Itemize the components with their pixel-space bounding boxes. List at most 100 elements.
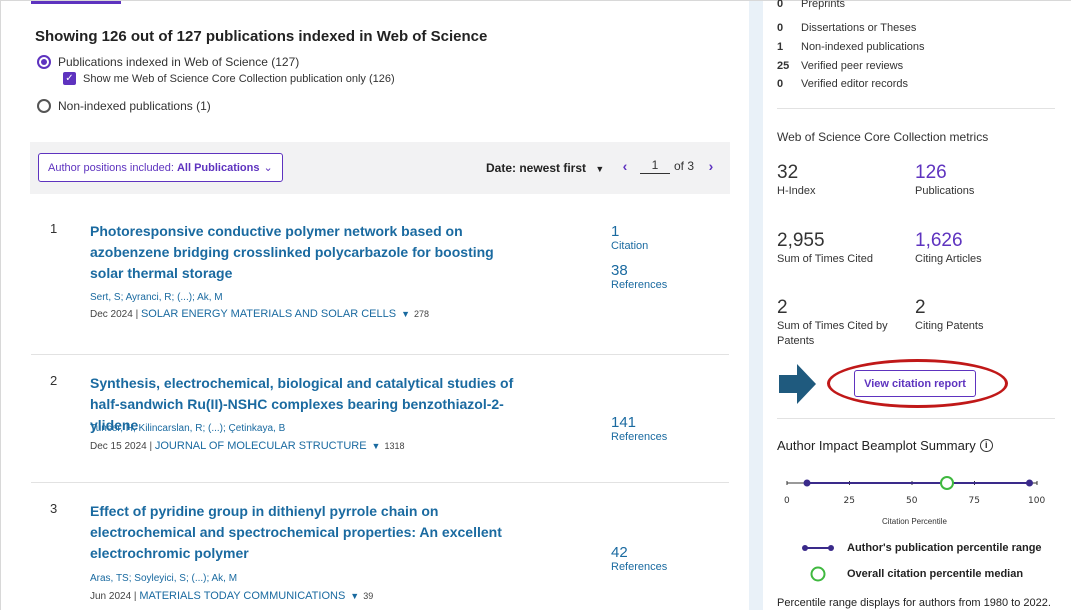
caret-down-icon[interactable]: ▼	[401, 309, 410, 319]
citations-count: 1	[611, 223, 620, 240]
range-legend-icon	[802, 545, 834, 551]
legend-range: Author's publication percentile range	[801, 542, 1042, 554]
doc-type-count: 0	[777, 22, 784, 34]
record-meta: Dec 2024 | SOLAR ENERGY MATERIALS AND SO…	[90, 308, 429, 320]
metric-times-cited-patents: 2 Sum of Times Cited by Patents	[777, 297, 902, 349]
beamplot-axis-label: Citation Percentile	[882, 517, 947, 526]
doc-type-row[interactable]: 0 Preprints	[777, 0, 845, 10]
results-panel: Showing 126 out of 127 publications inde…	[1, 1, 749, 610]
doc-type-row[interactable]: 25 Verified peer reviews	[777, 60, 903, 72]
next-page-icon[interactable]: ›	[704, 158, 718, 174]
caret-down-icon[interactable]: ▼	[372, 441, 381, 451]
record-journal-badge: 39	[363, 591, 374, 601]
results-count-heading: Showing 126 out of 127 publications inde…	[35, 28, 488, 45]
annotation-arrow-icon	[779, 364, 816, 404]
record-title-link[interactable]: Photoresponsive conductive polymer netwo…	[90, 221, 530, 284]
record-date: Jun 2024 |	[90, 591, 140, 602]
doc-type-row[interactable]: 1 Non-indexed publications	[777, 41, 925, 53]
beamplot-range-min-dot	[803, 479, 811, 487]
record-divider	[31, 354, 729, 355]
record-authors[interactable]: Aras, TS; Soyleyici, S; (...); Ak, M	[90, 573, 237, 584]
metric-times-cited: 2,955 Sum of Times Cited	[777, 230, 873, 267]
metrics-panel: 0 Preprints 0 Dissertations or Theses 1 …	[763, 0, 1071, 610]
beamplot-tick-label: 100	[1028, 496, 1046, 506]
pagination: ‹ 1 of 3 ›	[618, 158, 718, 174]
record-divider	[31, 482, 729, 483]
metric-publications[interactable]: 126 Publications	[915, 162, 974, 199]
record-citations[interactable]: 1 Citation	[611, 224, 648, 253]
doc-type-row[interactable]: 0 Verified editor records	[777, 78, 908, 90]
beamplot-tick-label: 75	[968, 496, 980, 506]
doc-type-count: 1	[777, 41, 784, 53]
metric-label: Citing Articles	[915, 253, 982, 265]
record-number: 3	[50, 501, 58, 516]
metric-label: H-Index	[777, 185, 816, 197]
doc-type-label: Preprints	[801, 0, 846, 10]
doc-type-count: 25	[777, 60, 790, 72]
radio-selected-icon	[37, 55, 51, 69]
metric-citing-patents: 2 Citing Patents	[915, 297, 983, 334]
beamplot-tick-label: 25	[843, 496, 855, 506]
references-count: 42	[611, 544, 628, 561]
metric-value: 126	[915, 162, 947, 183]
record-date: Dec 2024 |	[90, 309, 141, 320]
record-meta: Jun 2024 | MATERIALS TODAY COMMUNICATION…	[90, 590, 373, 602]
record-journal-link[interactable]: JOURNAL OF MOLECULAR STRUCTURE	[155, 440, 367, 452]
citations-label: Citation	[611, 240, 649, 252]
legend-median-label: Overall citation percentile median	[847, 568, 1024, 580]
metric-value: 1,626	[915, 230, 963, 251]
references-label: References	[611, 431, 668, 443]
caret-down-icon[interactable]: ▼	[350, 591, 359, 601]
beamplot-median-marker	[940, 476, 954, 490]
record-title-link[interactable]: Effect of pyridine group in dithienyl py…	[90, 501, 535, 564]
core-only-checkbox[interactable]: ✓ Show me Web of Science Core Collection…	[63, 72, 395, 85]
metric-value: 2	[915, 297, 926, 318]
page-number-input[interactable]: 1	[640, 158, 670, 174]
filter-nonindexed-label: Non-indexed publications (1)	[58, 99, 211, 113]
doc-type-count: 0	[777, 0, 784, 10]
record-references[interactable]: 42 References	[611, 545, 667, 574]
metrics-heading: Web of Science Core Collection metrics	[777, 130, 989, 144]
beamplot-range-max-dot	[1026, 479, 1033, 487]
beamplot-title: Author Impact Beamplot Summary	[777, 438, 976, 453]
metric-label: Citing Patents	[915, 320, 984, 332]
doc-type-row[interactable]: 0 Dissertations or Theses	[777, 22, 916, 34]
active-tab-indicator	[31, 1, 121, 4]
metric-label: Sum of Times Cited	[777, 253, 873, 265]
view-citation-report-button[interactable]: View citation report	[854, 370, 976, 397]
metric-citing-articles[interactable]: 1,626 Citing Articles	[915, 230, 982, 267]
references-count: 141	[611, 414, 637, 431]
info-icon[interactable]: i	[979, 439, 993, 452]
core-only-label: Show me Web of Science Core Collection p…	[83, 72, 395, 85]
sort-dropdown[interactable]: Date: newest first ▼	[486, 161, 604, 175]
record-references[interactable]: 141 References	[611, 415, 667, 444]
record-journal-link[interactable]: SOLAR ENERGY MATERIALS AND SOLAR CELLS	[141, 308, 396, 320]
prev-page-icon[interactable]: ‹	[618, 158, 632, 174]
record-number: 2	[50, 373, 58, 388]
author-positions-dropdown[interactable]: Author positions included: All Publicati…	[38, 153, 283, 182]
checkmark-icon: ✓	[63, 72, 76, 85]
record-meta: Dec 15 2024 | JOURNAL OF MOLECULAR STRUC…	[90, 440, 405, 452]
record-journal-badge: 278	[414, 309, 430, 319]
legend-range-label: Author's publication percentile range	[847, 542, 1042, 554]
record-authors[interactable]: Tuncer, H; Kilincarslan, R; (...); Çetin…	[90, 423, 285, 434]
radio-unselected-icon	[37, 99, 51, 113]
record-journal-link[interactable]: MATERIALS TODAY COMMUNICATIONS	[139, 590, 345, 602]
filter-nonindexed-radio[interactable]: Non-indexed publications (1)	[37, 99, 211, 113]
metric-value: 32	[777, 162, 799, 183]
sort-label: Date: newest first	[486, 161, 587, 175]
metric-value: 2	[777, 297, 788, 318]
beamplot-heading: Author Impact Beamplot Summary i	[777, 438, 993, 453]
record-date: Dec 15 2024 |	[90, 441, 155, 452]
record-authors[interactable]: Sert, S; Ayranci, R; (...); Ak, M	[90, 292, 223, 303]
beamplot-tick-label: 0	[784, 496, 790, 506]
references-count: 38	[611, 262, 628, 279]
metric-h-index: 32 H-Index	[777, 162, 816, 199]
filter-indexed-radio[interactable]: Publications indexed in Web of Science (…	[37, 55, 299, 69]
record-journal-badge: 1318	[384, 441, 405, 451]
record-references[interactable]: 38 References	[611, 263, 667, 292]
filter-indexed-label: Publications indexed in Web of Science (…	[58, 55, 300, 69]
beamplot-footnote: Percentile range displays for authors fr…	[777, 597, 1051, 609]
page-total: of 3	[674, 159, 695, 173]
panel-gutter	[749, 1, 763, 610]
